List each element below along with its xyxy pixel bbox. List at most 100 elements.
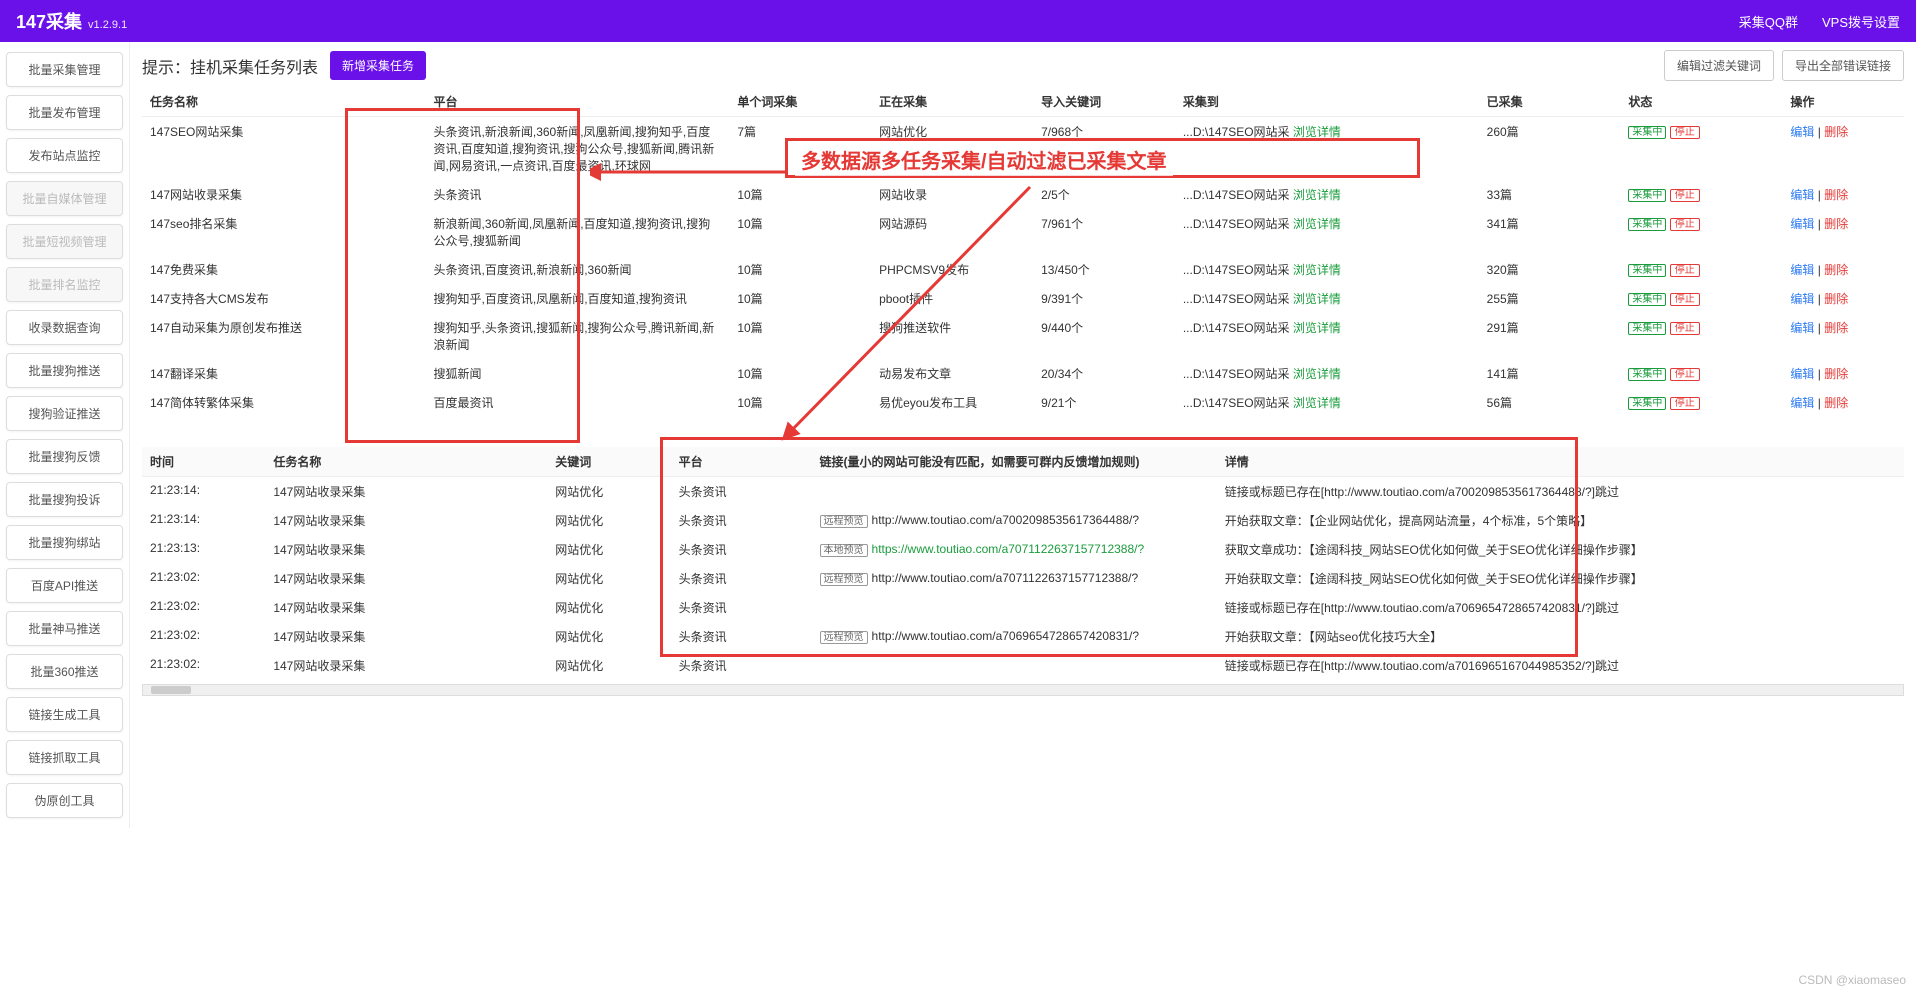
remote-preview-tag[interactable]: 远程预览 [820,631,868,644]
delete-link[interactable]: 删除 [1824,321,1848,335]
delete-link[interactable]: 删除 [1824,217,1848,231]
delete-link[interactable]: 删除 [1824,188,1848,202]
cell-collected: 291篇 [1479,313,1621,359]
app-title: 147采集 [16,8,82,34]
log-plat: 头条资讯 [671,506,812,535]
cell-name: 147简体转繁体采集 [142,388,426,417]
cell-collected: 141篇 [1479,359,1621,388]
log-row: 21:23:02:147网站收录采集网站优化头条资讯远程预览http://www… [142,564,1904,593]
edit-link[interactable]: 编辑 [1790,125,1814,139]
log-time: 21:23:14: [142,477,265,507]
sidebar-item-11[interactable]: 批量搜狗绑站 [6,525,123,560]
col-collected: 已采集 [1479,87,1621,117]
log-time: 21:23:02: [142,622,265,651]
browse-detail-link[interactable]: 浏览详情 [1293,125,1341,139]
browse-detail-link[interactable]: 浏览详情 [1293,263,1341,277]
stop-button[interactable]: 停止 [1670,264,1700,277]
log-link: 远程预览 http://www.toutiao.com/a706965472865… [812,622,1217,651]
stop-button[interactable]: 停止 [1670,293,1700,306]
qq-group-link[interactable]: 采集QQ群 [1739,12,1798,31]
cell-import-kw: 9/391个 [1033,284,1175,313]
cell-collect-to: ...D:\147SEO网站采 浏览详情 [1175,284,1479,313]
stop-button[interactable]: 停止 [1670,322,1700,335]
sidebar-item-9[interactable]: 批量搜狗反馈 [6,439,123,474]
sidebar-item-1[interactable]: 批量发布管理 [6,95,123,130]
delete-link[interactable]: 删除 [1824,367,1848,381]
add-task-button[interactable]: 新增采集任务 [330,51,426,80]
horizontal-scrollbar[interactable] [142,684,1904,696]
edit-link[interactable]: 编辑 [1790,292,1814,306]
delete-link[interactable]: 删除 [1824,125,1848,139]
cell-action: 编辑 | 删除 [1782,180,1904,209]
edit-link[interactable]: 编辑 [1790,367,1814,381]
export-errors-button[interactable]: 导出全部错误链接 [1782,50,1904,81]
vps-setting-link[interactable]: VPS拨号设置 [1822,12,1900,31]
sidebar-item-6[interactable]: 收录数据查询 [6,310,123,345]
log-plat: 头条资讯 [671,593,812,622]
sidebar-item-2[interactable]: 发布站点监控 [6,138,123,173]
status-badge: 采集中 [1628,218,1666,231]
log-plat: 头条资讯 [671,651,812,680]
delete-link[interactable]: 删除 [1824,263,1848,277]
edit-link[interactable]: 编辑 [1790,321,1814,335]
sidebar-item-10[interactable]: 批量搜狗投诉 [6,482,123,517]
sidebar-item-16[interactable]: 链接抓取工具 [6,740,123,775]
stop-button[interactable]: 停止 [1670,397,1700,410]
browse-detail-link[interactable]: 浏览详情 [1293,321,1341,335]
browse-detail-link[interactable]: 浏览详情 [1293,367,1341,381]
stop-button[interactable]: 停止 [1670,218,1700,231]
cell-collecting: 搜狗推送软件 [871,313,1033,359]
sidebar-item-14[interactable]: 批量360推送 [6,654,123,689]
log-url[interactable]: https://www.toutiao.com/a707112263715771… [872,542,1145,556]
log-kw: 网站优化 [547,564,670,593]
log-time: 21:23:13: [142,535,265,564]
col-platform: 平台 [426,87,730,117]
lcol-task: 任务名称 [265,447,547,477]
sidebar-item-12[interactable]: 百度API推送 [6,568,123,603]
log-url[interactable]: http://www.toutiao.com/a7069654728657420… [872,629,1140,643]
remote-preview-tag[interactable]: 远程预览 [820,515,868,528]
col-collect-to: 采集到 [1175,87,1479,117]
cell-platform: 头条资讯,新浪新闻,360新闻,凤凰新闻,搜狗知乎,百度资讯,百度知道,搜狗资讯… [426,117,730,181]
cell-collect-to: ...D:\147SEO网站采 浏览详情 [1175,388,1479,417]
sidebar-item-15[interactable]: 链接生成工具 [6,697,123,732]
sidebar-item-0[interactable]: 批量采集管理 [6,52,123,87]
sidebar-item-7[interactable]: 批量搜狗推送 [6,353,123,388]
col-task-name: 任务名称 [142,87,426,117]
browse-detail-link[interactable]: 浏览详情 [1293,292,1341,306]
cell-name: 147SEO网站采集 [142,117,426,181]
delete-link[interactable]: 删除 [1824,292,1848,306]
sidebar-item-8[interactable]: 搜狗验证推送 [6,396,123,431]
stop-button[interactable]: 停止 [1670,368,1700,381]
task-row: 147简体转繁体采集百度最资讯10篇易优eyou发布工具9/21个...D:\1… [142,388,1904,417]
log-row: 21:23:02:147网站收录采集网站优化头条资讯远程预览http://www… [142,622,1904,651]
sidebar-item-5: 批量排名监控 [6,267,123,302]
log-detail: 开始获取文章：【途阔科技_网站SEO优化如何做_关于SEO优化详细操作步骤】 [1217,564,1904,593]
stop-button[interactable]: 停止 [1670,189,1700,202]
edit-link[interactable]: 编辑 [1790,188,1814,202]
log-link: 本地预览 https://www.toutiao.com/a70711226371… [812,535,1217,564]
log-url[interactable]: http://www.toutiao.com/a7002098535617364… [872,513,1140,527]
edit-link[interactable]: 编辑 [1790,217,1814,231]
status-badge: 采集中 [1628,264,1666,277]
cell-collect-to: ...D:\147SEO网站采 浏览详情 [1175,209,1479,255]
cell-collect-to: ...D:\147SEO网站采 浏览详情 [1175,180,1479,209]
edit-link[interactable]: 编辑 [1790,396,1814,410]
browse-detail-link[interactable]: 浏览详情 [1293,217,1341,231]
sidebar-item-13[interactable]: 批量神马推送 [6,611,123,646]
stop-button[interactable]: 停止 [1670,126,1700,139]
main-content: 提示：挂机采集任务列表 新增采集任务 编辑过滤关键词 导出全部错误链接 任务名称… [130,42,1916,828]
browse-detail-link[interactable]: 浏览详情 [1293,396,1341,410]
browse-detail-link[interactable]: 浏览详情 [1293,188,1341,202]
sidebar-item-17[interactable]: 伪原创工具 [6,783,123,818]
filter-keyword-button[interactable]: 编辑过滤关键词 [1664,50,1774,81]
log-url[interactable]: http://www.toutiao.com/a7071122637157712… [872,571,1139,585]
delete-link[interactable]: 删除 [1824,396,1848,410]
cell-import-kw: 13/450个 [1033,255,1175,284]
log-detail: 开始获取文章：【企业网站优化，提高网站流量，4个标准，5个策略】 [1217,506,1904,535]
cell-collecting: 网站优化 [871,117,1033,181]
local-preview-tag[interactable]: 本地预览 [820,544,868,557]
remote-preview-tag[interactable]: 远程预览 [820,573,868,586]
lcol-time: 时间 [142,447,265,477]
edit-link[interactable]: 编辑 [1790,263,1814,277]
